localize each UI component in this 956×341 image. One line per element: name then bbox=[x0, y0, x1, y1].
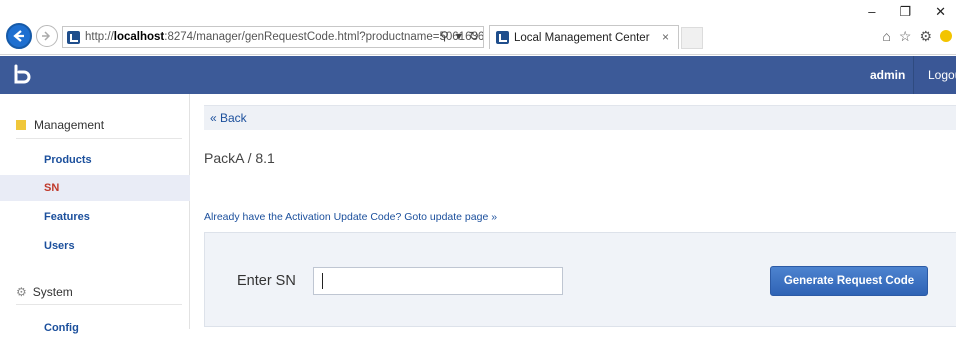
divider bbox=[16, 138, 182, 139]
sn-label: Enter SN bbox=[237, 273, 296, 289]
minimize-button[interactable]: – bbox=[868, 4, 875, 20]
arrow-left-icon bbox=[13, 30, 24, 42]
browser-back-button[interactable] bbox=[6, 23, 32, 49]
tab-title: Local Management Center bbox=[514, 31, 650, 44]
folder-icon bbox=[16, 120, 26, 130]
restore-button[interactable]: ❐ bbox=[899, 4, 911, 20]
window-controls: – ❐ ✕ bbox=[868, 4, 946, 20]
sidebar-item-products[interactable]: Products bbox=[0, 147, 190, 173]
sidebar-item-features[interactable]: Features bbox=[0, 204, 190, 230]
gear-icon[interactable]: ⚙ bbox=[919, 28, 932, 45]
sidebar-section-system: ⚙ System bbox=[16, 285, 73, 299]
back-link[interactable]: « Back bbox=[204, 105, 956, 130]
sidebar: Management Products SN Features Users ⚙ … bbox=[0, 94, 190, 334]
address-bar-actions: ⚲ ▾ ↻ bbox=[440, 29, 479, 43]
close-window-button[interactable]: ✕ bbox=[935, 4, 946, 20]
url-host: localhost bbox=[113, 31, 165, 43]
browser-toolbar-icons: ⌂ ☆ ⚙ bbox=[882, 28, 952, 45]
url-path: :8274/manager/genRequestCode.html?produc… bbox=[164, 31, 484, 43]
tab-favicon-icon bbox=[496, 31, 509, 44]
browser-tab[interactable]: Local Management Center × bbox=[489, 25, 679, 49]
sidebar-item-config[interactable]: Config bbox=[0, 315, 190, 341]
sidebar-item-users[interactable]: Users bbox=[0, 233, 190, 259]
generate-request-code-button[interactable]: Generate Request Code bbox=[770, 266, 928, 296]
smiley-icon[interactable] bbox=[940, 30, 952, 42]
section-label: Management bbox=[34, 118, 105, 132]
browser-forward-button[interactable] bbox=[36, 25, 58, 47]
search-icon[interactable]: ⚲ bbox=[440, 29, 449, 43]
sn-input[interactable] bbox=[313, 267, 563, 295]
star-icon[interactable]: ☆ bbox=[899, 28, 912, 45]
current-user[interactable]: admin bbox=[870, 68, 905, 82]
breadcrumb: PackA / 8.1 bbox=[204, 150, 275, 166]
gear-icon: ⚙ bbox=[16, 285, 27, 299]
tab-close-icon[interactable]: × bbox=[662, 30, 669, 44]
new-tab-button[interactable] bbox=[681, 27, 703, 49]
arrow-right-icon bbox=[42, 31, 51, 41]
address-bar[interactable]: http://localhost:8274/manager/genRequest… bbox=[62, 26, 484, 48]
app-header: admin Logou bbox=[0, 56, 956, 94]
url-prefix: http:// bbox=[85, 31, 114, 43]
refresh-icon[interactable]: ↻ bbox=[469, 29, 479, 43]
app-logo-icon[interactable] bbox=[9, 62, 35, 88]
text-cursor bbox=[322, 273, 323, 289]
dropdown-icon[interactable]: ▾ bbox=[456, 29, 462, 43]
request-code-panel: Enter SN Generate Request Code bbox=[204, 232, 956, 327]
logout-link[interactable]: Logou bbox=[913, 56, 956, 94]
section-label: System bbox=[32, 285, 73, 299]
goto-update-page-link[interactable]: Already have the Activation Update Code?… bbox=[204, 211, 497, 223]
main-content: « Back PackA / 8.1 Already have the Acti… bbox=[190, 94, 956, 329]
home-icon[interactable]: ⌂ bbox=[882, 28, 890, 45]
sidebar-item-sn[interactable]: SN bbox=[0, 175, 190, 201]
browser-chrome: http://localhost:8274/manager/genRequest… bbox=[0, 0, 956, 55]
sidebar-section-management: Management bbox=[16, 118, 104, 132]
divider bbox=[16, 304, 182, 305]
site-favicon-icon bbox=[67, 30, 80, 44]
